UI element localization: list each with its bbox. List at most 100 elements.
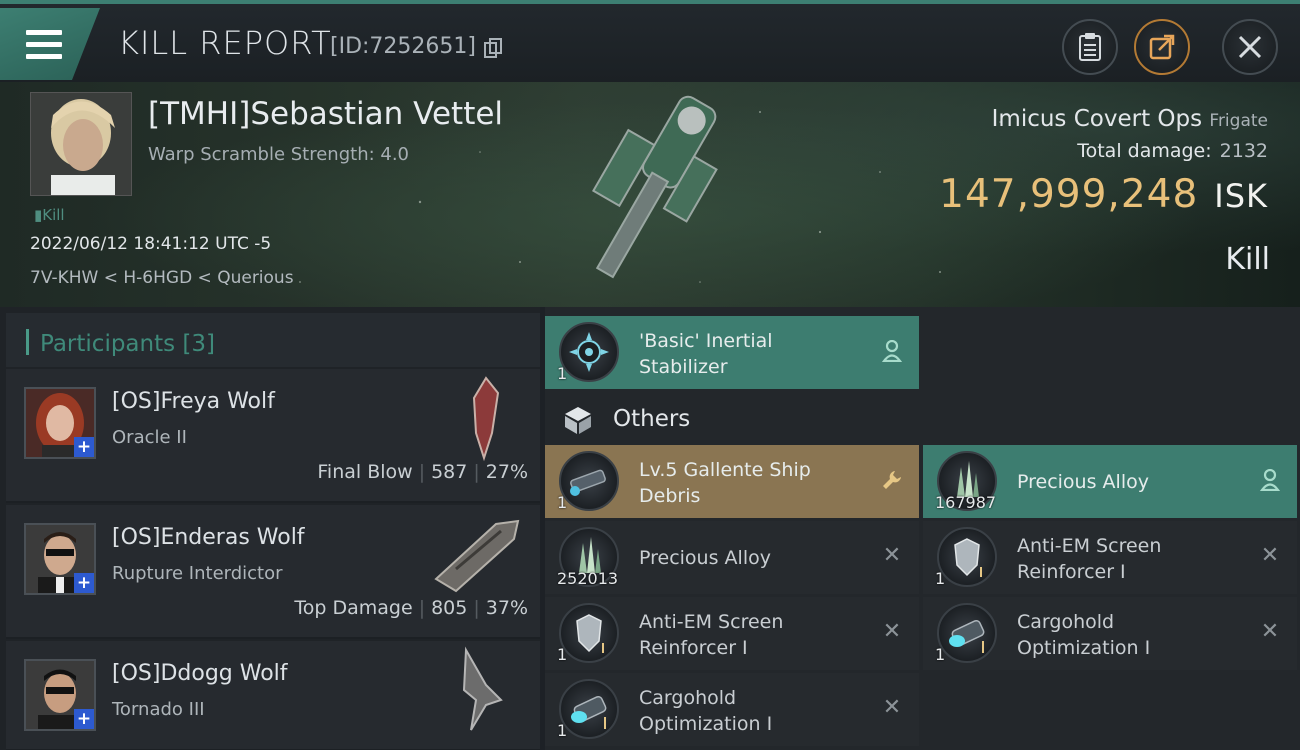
add-contact-icon[interactable]: +	[74, 709, 94, 729]
item-name-line1: Lv.5 Gallente Ship	[639, 459, 811, 481]
kill-datetime: 2022/06/12 18:41:12 UTC -5	[30, 234, 272, 254]
loot-item[interactable]: 252013 Precious Alloy ✕	[545, 521, 919, 594]
loot-item[interactable]: 1 Anti-EM Screen Reinforcer I ✕	[923, 521, 1297, 594]
participant-row[interactable]: + [OS]Enderas Wolf Rupture Interdictor T…	[6, 505, 540, 639]
item-name-line2: Reinforcer I	[639, 637, 748, 659]
item-quantity: 1	[557, 721, 568, 740]
loot-item[interactable]: 1 Cargohold Optimization I ✕	[923, 597, 1297, 670]
loot-item[interactable]: 1 Cargohold Optimization I ✕	[545, 673, 919, 746]
participant-ship-image	[434, 519, 520, 593]
item-name-line1: Anti-EM Screen	[639, 611, 784, 633]
destroyed-x-icon: ✕	[882, 543, 902, 568]
item-name: Anti-EM Screen Reinforcer I	[1017, 533, 1257, 585]
participant-row[interactable]: + [OS]Freya Wolf Oracle II Final Blow | 58…	[6, 369, 540, 503]
item-name-line2: Stabilizer	[639, 356, 728, 378]
shield-reinforcer-icon	[937, 527, 997, 587]
clipboard-button[interactable]	[1062, 19, 1118, 75]
participant-avatar[interactable]: +	[24, 659, 96, 731]
participant-ship: Tornado III	[112, 699, 205, 720]
item-quantity: 1	[935, 645, 946, 664]
item-name-line1: Cargohold	[639, 687, 737, 709]
victim-ship-name[interactable]: Imicus Covert Ops Frigate	[992, 106, 1268, 132]
ship-debris-icon	[559, 451, 619, 511]
loot-item[interactable]: 1 Lv.5 Gallente Ship Debris	[545, 445, 919, 518]
kill-location[interactable]: 7V-KHW < H-6HGD < Querious	[30, 268, 294, 288]
participant-percent: 37%	[485, 597, 528, 619]
loot-panel: 1 'Basic' Inertial Stabilizer Others 1 L…	[545, 307, 1300, 750]
kill-tag: ▮Kill	[34, 206, 65, 224]
item-name: Cargohold Optimization I	[639, 685, 879, 737]
kill-result: Kill	[1225, 242, 1270, 277]
shield-reinforcer-icon	[559, 603, 619, 663]
participants-label: Participants [3]	[40, 331, 215, 357]
participant-tag: Final Blow	[317, 461, 413, 483]
item-name-line2: Optimization I	[1017, 637, 1151, 659]
loot-item[interactable]: 1 'Basic' Inertial Stabilizer	[545, 316, 919, 389]
kill-tag-label: Kill	[42, 206, 65, 224]
loot-item[interactable]: 1 Anti-EM Screen Reinforcer I ✕	[545, 597, 919, 670]
victim-avatar[interactable]	[30, 92, 132, 196]
participant-ship-image	[472, 376, 500, 462]
isk-value: 147,999,248 ISK	[939, 172, 1268, 217]
participant-stats: Final Blow | 587 | 27%	[317, 461, 528, 483]
destroyed-x-icon: ✕	[1260, 543, 1280, 568]
participant-row[interactable]: + [OS]Ddogg Wolf Tornado III	[6, 641, 540, 750]
participant-damage: 587	[431, 461, 468, 483]
top-bar: KILL REPORT [ID:7252651]	[0, 0, 1300, 82]
add-contact-icon[interactable]: +	[74, 437, 94, 457]
cargohold-optimization-icon	[937, 603, 997, 663]
participants-header: Participants [3]	[6, 313, 540, 367]
item-name-line2: Reinforcer I	[1017, 561, 1126, 583]
isk-amount: 147,999,248	[939, 172, 1199, 217]
item-quantity: 167987	[935, 493, 997, 512]
participant-tag: Top Damage	[294, 597, 413, 619]
others-label: Others	[613, 406, 691, 432]
item-name-line1: 'Basic' Inertial	[639, 330, 773, 352]
item-quantity: 1	[935, 569, 946, 588]
victim-banner: [TMHI]Sebastian Vettel Warp Scramble Str…	[0, 82, 1300, 307]
participant-name[interactable]: [OS]Ddogg Wolf	[112, 661, 288, 686]
participant-avatar[interactable]: +	[24, 523, 96, 595]
item-name-line1: Anti-EM Screen	[1017, 535, 1162, 557]
victim-name[interactable]: [TMHI]Sebastian Vettel	[148, 96, 503, 132]
ship-name-label: Imicus Covert Ops	[991, 106, 1203, 132]
participant-name[interactable]: [OS]Freya Wolf	[112, 389, 275, 414]
clipboard-icon	[1079, 33, 1101, 61]
destroyed-x-icon: ✕	[1260, 619, 1280, 644]
participants-panel: Participants [3] + [OS]Freya Wolf Oracle…	[0, 307, 540, 750]
item-quantity: 1	[557, 645, 568, 664]
participant-name[interactable]: [OS]Enderas Wolf	[112, 525, 305, 550]
participant-ship-image	[462, 646, 503, 731]
victim-ship-image	[592, 95, 718, 279]
share-button[interactable]	[1134, 19, 1190, 75]
inertial-stabilizer-icon	[559, 322, 619, 382]
cube-icon	[565, 407, 591, 434]
destroyed-x-icon: ✕	[882, 695, 902, 720]
add-contact-icon[interactable]: +	[74, 573, 94, 593]
victim-subtitle: Warp Scramble Strength: 4.0	[148, 144, 410, 165]
dropped-person-icon	[1259, 468, 1281, 492]
close-icon	[1238, 35, 1262, 59]
participant-avatar[interactable]: +	[24, 387, 96, 459]
item-name-line2: Debris	[639, 485, 701, 507]
item-name-line1: Cargohold	[1017, 611, 1115, 633]
menu-icon	[26, 30, 62, 60]
loot-item[interactable]: 167987 Precious Alloy	[923, 445, 1297, 518]
menu-button[interactable]	[0, 8, 100, 80]
report-id: [ID:7252651]	[330, 34, 476, 59]
ship-class: Frigate	[1209, 111, 1268, 131]
item-name: Cargohold Optimization I	[1017, 609, 1257, 661]
total-damage-value: 2132	[1219, 140, 1268, 162]
close-button[interactable]	[1222, 19, 1278, 75]
copy-icon[interactable]	[484, 38, 502, 58]
participant-damage: 805	[431, 597, 468, 619]
page-title: KILL REPORT	[118, 24, 332, 62]
dropped-person-icon	[881, 339, 903, 363]
item-name: 'Basic' Inertial Stabilizer	[639, 328, 879, 380]
isk-unit: ISK	[1214, 177, 1268, 215]
item-name: Precious Alloy	[1017, 471, 1149, 493]
wrench-icon	[881, 469, 903, 491]
destroyed-x-icon: ✕	[882, 619, 902, 644]
item-quantity: 1	[557, 364, 568, 383]
item-name: Lv.5 Gallente Ship Debris	[639, 457, 879, 509]
